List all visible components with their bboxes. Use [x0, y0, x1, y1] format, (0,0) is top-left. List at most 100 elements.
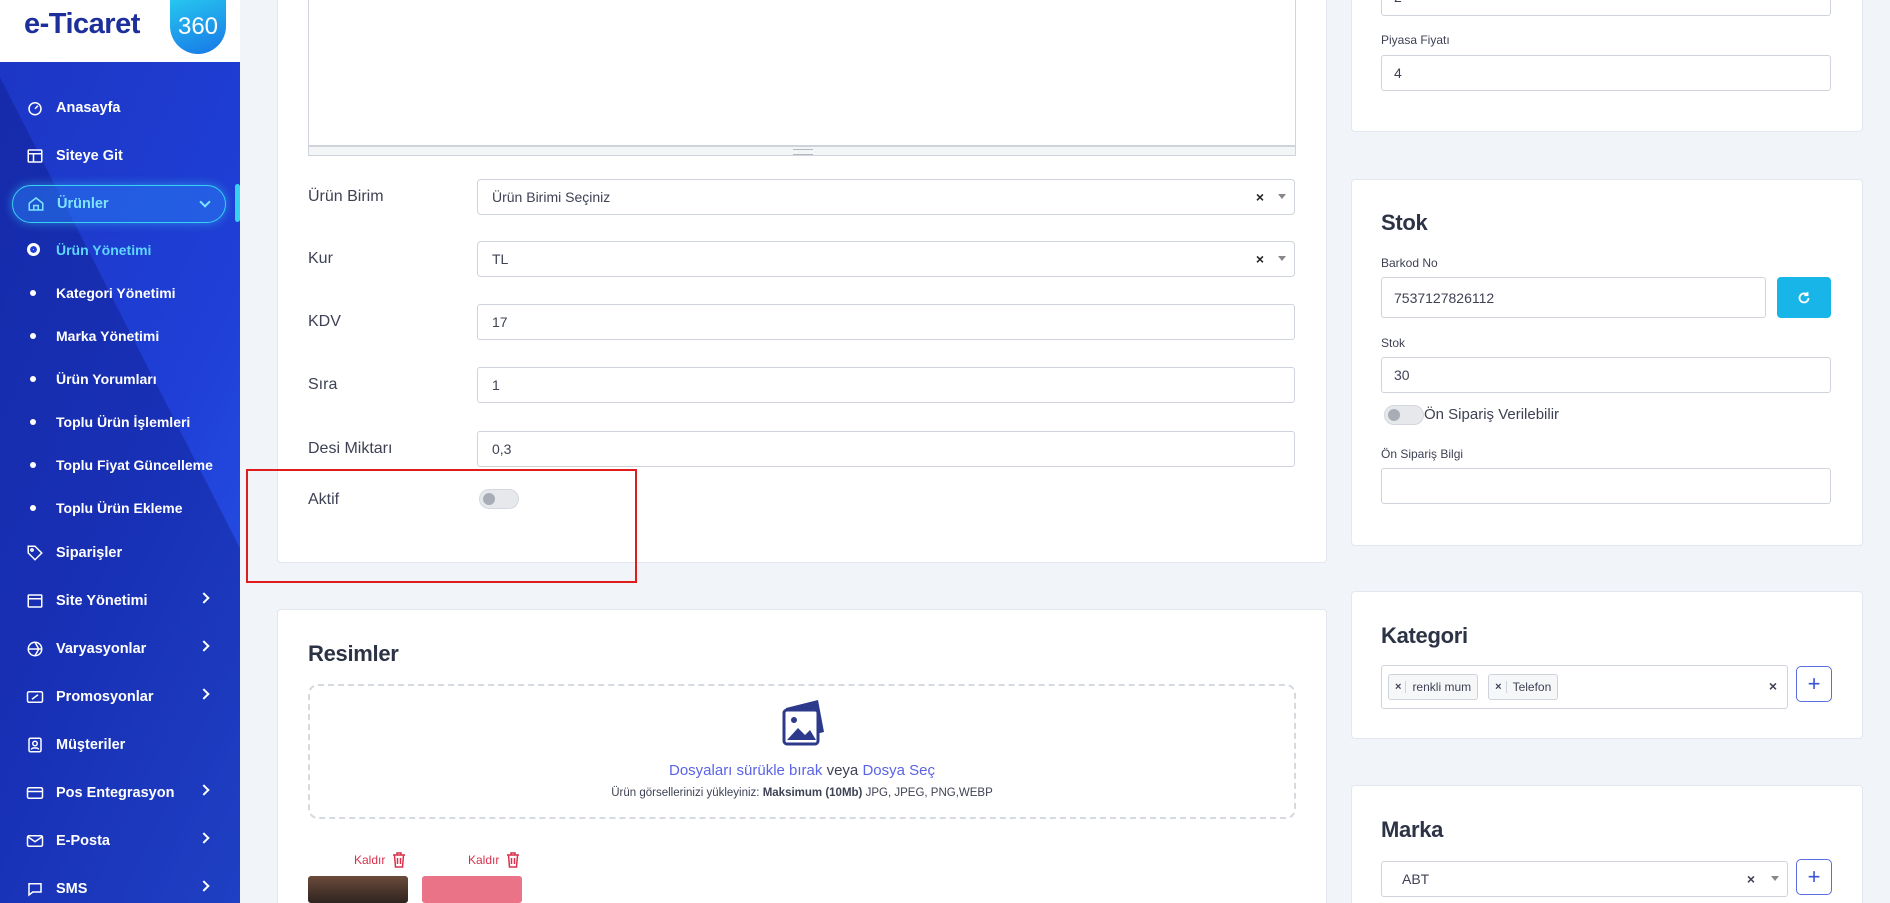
image-thumbnail[interactable]: [308, 876, 408, 903]
logo-badge: 360: [170, 0, 226, 54]
chevron-down-icon: [199, 196, 211, 208]
bullet-icon: [30, 462, 36, 468]
clear-icon[interactable]: ×: [1256, 251, 1264, 267]
add-brand-button[interactable]: +: [1796, 859, 1832, 895]
sidebar-item-label: Siparişler: [56, 545, 123, 561]
mail-icon: [26, 832, 44, 850]
stock-input[interactable]: 30: [1381, 357, 1831, 393]
sidebar-subitem-yorumlar[interactable]: Ürün Yorumları: [0, 357, 240, 400]
variation-icon: [26, 640, 44, 658]
desi-input[interactable]: 0,3: [477, 431, 1295, 467]
editor-resize-handle[interactable]: [308, 146, 1296, 156]
unit-label: Ürün Birim: [308, 188, 384, 205]
stock-value: 30: [1394, 367, 1410, 383]
sidebar-item-label: Anasayfa: [56, 100, 121, 116]
clear-icon[interactable]: ×: [1747, 871, 1755, 887]
sidebar-item-pos-entegrasyon[interactable]: Pos Entegrasyon: [0, 769, 240, 817]
barcode-label: Barkod No: [1381, 256, 1438, 270]
sidebar-item-urunler[interactable]: Ürünler: [12, 185, 226, 223]
chevron-right-icon: [198, 592, 210, 604]
remove-image-button[interactable]: Kaldır: [468, 851, 521, 868]
sidebar-subitem-toplu-islemler[interactable]: Toplu Ürün İşlemleri: [0, 400, 240, 443]
sidebar-item-varyasyonlar[interactable]: Varyasyonlar: [0, 625, 240, 673]
sidebar-subitem-label: Toplu Ürün İşlemleri: [56, 413, 191, 430]
sidebar-subitem-toplu-ekleme[interactable]: Toplu Ürün Ekleme: [0, 486, 240, 529]
preorder-info-input[interactable]: [1381, 468, 1831, 504]
clear-icon[interactable]: ×: [1256, 189, 1264, 205]
sidebar-item-sms[interactable]: SMS: [0, 865, 240, 903]
toggle-knob: [1388, 409, 1400, 421]
desi-value: 0,3: [492, 441, 512, 457]
sidebar-item-site-yonetimi[interactable]: Site Yönetimi: [0, 577, 240, 625]
currency-select[interactable]: TL ×: [477, 241, 1295, 277]
brand-select[interactable]: ABT ×: [1381, 861, 1788, 897]
remove-label: Kaldır: [354, 852, 386, 867]
sidebar-item-label: Siteye Git: [56, 148, 123, 164]
order-value: 1: [492, 377, 500, 393]
sidebar-item-siteye-git[interactable]: Siteye Git: [0, 132, 240, 180]
select-file-link[interactable]: Dosya Seç: [862, 762, 935, 779]
image-dropzone[interactable]: Dosyaları sürükle bırak veya Dosya Seç Ü…: [308, 684, 1296, 819]
description-editor[interactable]: [308, 0, 1296, 146]
remove-tag-icon[interactable]: ×: [1495, 681, 1507, 693]
sidebar-item-promosyonlar[interactable]: Promosyonlar: [0, 673, 240, 721]
sidebar-item-label: Varyasyonlar: [56, 641, 147, 657]
sidebar-item-label: Promosyonlar: [56, 689, 154, 705]
category-tag: × Telefon: [1488, 674, 1559, 700]
sidebar-subitem-fiyat-guncelleme[interactable]: Toplu Fiyat Güncelleme: [0, 443, 240, 486]
vat-value: 17: [492, 314, 508, 330]
order-label: Sıra: [308, 376, 338, 393]
order-input[interactable]: 1: [477, 367, 1295, 403]
bullet-icon: [30, 376, 36, 382]
sidebar-subitem-label: Ürün Yönetimi: [56, 241, 152, 258]
category-tag: × renkli mum: [1388, 674, 1479, 700]
sidebar-subitem-marka[interactable]: Marka Yönetimi: [0, 314, 240, 357]
tag-icon: [26, 544, 44, 562]
clear-icon[interactable]: ×: [1769, 678, 1777, 694]
drag-drop-link[interactable]: Dosyaları sürükle bırak: [669, 762, 822, 779]
sidebar-menu: Anasayfa Siteye Git Ürünler Ürün Yönetim…: [0, 84, 240, 903]
unit-select[interactable]: Ürün Birimi Seçiniz ×: [477, 179, 1295, 215]
sidebar-item-label: SMS: [56, 881, 88, 897]
window-icon: [26, 592, 44, 610]
market-price-input[interactable]: 4: [1381, 55, 1831, 91]
caret-down-icon[interactable]: [1278, 256, 1286, 261]
remove-image-button[interactable]: Kaldır: [354, 851, 407, 868]
sidebar: e-Ticaret 360 Anasayfa Siteye Git Ürünle…: [0, 0, 240, 903]
sidebar-subitem-urun-yonetimi[interactable]: Ürün Yönetimi: [0, 228, 240, 271]
caret-down-icon[interactable]: [1771, 876, 1779, 881]
user-icon: [26, 736, 44, 754]
price-value: 2: [1394, 0, 1402, 5]
refresh-barcode-button[interactable]: [1777, 277, 1831, 318]
sidebar-item-label: Pos Entegrasyon: [56, 785, 175, 801]
remove-tag-icon[interactable]: ×: [1395, 681, 1407, 693]
sidebar-item-musteriler[interactable]: Müşteriler: [0, 721, 240, 769]
image-thumbnail[interactable]: [422, 876, 522, 903]
barcode-value: 7537127826112: [1394, 289, 1495, 306]
preorder-toggle-label: Ön Sipariş Verilebilir: [1424, 406, 1560, 423]
sidebar-subitem-label: Ürün Yorumları: [56, 370, 157, 387]
logo[interactable]: e-Ticaret 360: [0, 0, 240, 62]
desi-label: Desi Miktarı: [308, 440, 393, 457]
vat-input[interactable]: 17: [477, 304, 1295, 340]
chat-icon: [26, 880, 44, 898]
sidebar-subitem-label: Toplu Fiyat Güncelleme: [56, 456, 213, 473]
unit-select-value: Ürün Birimi Seçiniz: [492, 189, 611, 205]
caret-down-icon[interactable]: [1278, 194, 1286, 199]
sidebar-item-siparisler[interactable]: Siparişler: [0, 529, 240, 577]
bullet-icon: [30, 333, 36, 339]
preorder-toggle[interactable]: [1384, 405, 1424, 425]
sidebar-subitem-kategori[interactable]: Kategori Yönetimi: [0, 271, 240, 314]
price-input[interactable]: 2: [1381, 0, 1831, 16]
chevron-right-icon: [198, 784, 210, 796]
logo-text: e-Ticaret: [24, 8, 140, 40]
promo-icon: [26, 688, 44, 706]
sidebar-subitem-label: Marka Yönetimi: [56, 327, 160, 344]
category-select[interactable]: × renkli mum × Telefon ×: [1381, 665, 1788, 709]
sidebar-item-e-posta[interactable]: E-Posta: [0, 817, 240, 865]
sidebar-item-anasayfa[interactable]: Anasayfa: [0, 84, 240, 132]
bullet-icon: [30, 290, 36, 296]
barcode-input[interactable]: 7537127826112: [1381, 277, 1766, 318]
dropzone-text: Dosyaları sürükle bırak veya Dosya Seç: [310, 762, 1294, 779]
add-category-button[interactable]: +: [1796, 666, 1832, 702]
